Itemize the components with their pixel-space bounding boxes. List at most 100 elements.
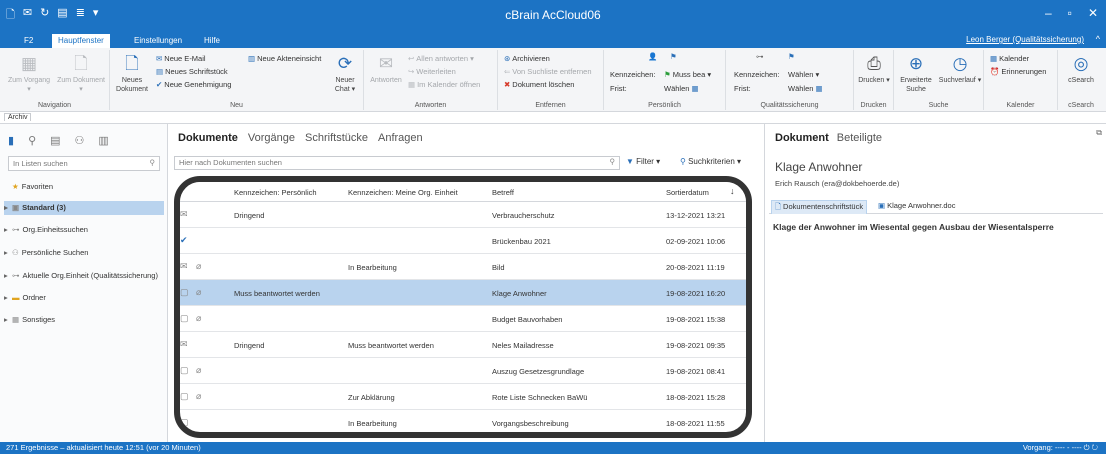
tree-item-sonstiges[interactable]: ▸ ▦ Sonstiges: [4, 313, 164, 327]
erinnerungen-button[interactable]: ⏰ Erinnerungen: [990, 67, 1046, 76]
suchkriterien-button[interactable]: ⚲ Suchkriterien ▾: [680, 157, 741, 166]
expand-arrow-icon[interactable]: ▸: [4, 291, 12, 305]
im-kalender-oeffnen-button[interactable]: ▦ Im Kalender öffnen: [408, 80, 480, 89]
kalender-button[interactable]: ▦ Kalender: [990, 54, 1029, 63]
tree-item-favoriten[interactable]: ★ Favoriten: [4, 180, 164, 194]
tab-vorgaenge[interactable]: Vorgänge: [248, 132, 295, 144]
expand-arrow-icon[interactable]: ▸: [4, 269, 12, 283]
horizontal-scrollbar[interactable]: ◀: [180, 432, 746, 438]
search-icon[interactable]: ⚲: [610, 157, 616, 166]
tab-dokumentenschriftstueck[interactable]: 🗋 Dokumentenschriftstück: [771, 200, 868, 214]
ribbon-collapse-button[interactable]: ^: [1096, 34, 1100, 44]
expand-arrow-icon[interactable]: ▸: [4, 201, 12, 215]
archivieren-button[interactable]: ⊛ Archivieren: [504, 54, 550, 63]
search-icon[interactable]: ⚲: [150, 158, 156, 167]
sort-down-icon[interactable]: ↓: [730, 186, 735, 196]
tab-schriftstuecke[interactable]: Schriftstücke: [305, 132, 368, 144]
neues-schriftstueck-button[interactable]: ▤ Neues Schriftstück: [156, 67, 228, 76]
column-header-betreff[interactable]: Betreff: [492, 188, 514, 197]
kennzeichen-persoenlich-select[interactable]: ⚑ Muss bea ▾: [664, 70, 711, 79]
preview-panel: ⧉ Dokument Beteiligte Klage Anwohner Eri…: [764, 124, 1106, 442]
kennzeichen-qs-select[interactable]: Wählen ▾: [788, 70, 819, 79]
grid-header: Kennzeichen: Persönlich Kennzeichen: Mei…: [180, 182, 746, 202]
dokument-loeschen-button[interactable]: ✖ Dokument löschen: [504, 80, 574, 89]
expand-arrow-icon[interactable]: ▸: [4, 246, 12, 260]
tree-item-persoenliche-suchen[interactable]: ▸ ⚇ Persönliche Suchen: [4, 246, 164, 260]
archive-icon: ⊛: [504, 54, 511, 63]
tab-dokumente[interactable]: Dokumente: [178, 132, 238, 144]
tab-klage-anwohner-doc[interactable]: ▣ Klage Anwohner.doc: [875, 200, 958, 214]
neue-genehmigung-button[interactable]: ✔ Neue Genehmigung: [156, 80, 231, 89]
tab-hauptfenster[interactable]: Hauptfenster: [52, 34, 110, 48]
close-button[interactable]: ✕: [1088, 6, 1098, 20]
tree-item-ordner[interactable]: ▸ ▬ Ordner: [4, 291, 164, 305]
expand-panel-icon[interactable]: ⧉: [1096, 128, 1102, 138]
list-search-input[interactable]: In Listen suchen ⚲: [8, 156, 160, 171]
search-plus-icon: ⊕: [908, 54, 924, 73]
zum-vorgang-button[interactable]: ▦ Zum Vorgang ▾: [6, 54, 52, 94]
expand-arrow-icon[interactable]: ▸: [4, 313, 12, 327]
attachment-icon: ⌀: [196, 261, 202, 271]
neue-email-button[interactable]: ✉ Neue E-Mail: [156, 54, 206, 63]
org-icon: ⊶: [12, 225, 20, 234]
table-row[interactable]: ▢ ⌀ Zur Abklärung Rote Liste Schnecken B…: [180, 384, 746, 410]
expand-arrow-icon[interactable]: ▸: [4, 223, 12, 237]
history-icon: ◷: [952, 54, 968, 73]
tree-item-standard[interactable]: ▸ ▣ Standard (3): [4, 201, 164, 215]
table-row-selected[interactable]: ▢ ⌀ Muss beantwortet werden Klage Anwohn…: [180, 280, 746, 306]
tab-dokument[interactable]: Dokument: [775, 132, 829, 144]
tab-einstellungen[interactable]: Einstellungen: [128, 34, 188, 48]
status-bar: 271 Ergebnisse – aktualisiert heute 12:5…: [0, 442, 1106, 454]
column-header-persoenlich[interactable]: Kennzeichen: Persönlich: [234, 188, 317, 197]
weiterleiten-button[interactable]: ↪ Weiterleiten: [408, 67, 456, 76]
status-results: 271 Ergebnisse – aktualisiert heute 12:5…: [6, 443, 201, 452]
list-icon[interactable]: ▤: [50, 134, 60, 147]
tree-item-aktuelle-org-einheit[interactable]: ▸ ⊶ Aktuelle Org.Einheit (Qualitätssicheru…: [4, 269, 164, 283]
column-header-org[interactable]: Kennzeichen: Meine Org. Einheit: [348, 188, 458, 197]
frist-persoenlich-select[interactable]: Wählen ▦: [664, 84, 701, 93]
minimize-button[interactable]: –: [1045, 6, 1052, 20]
filter-button[interactable]: ▼ Filter ▾: [626, 157, 660, 166]
suchverlauf-button[interactable]: ◷ Suchverlauf ▾: [938, 54, 982, 85]
table-row[interactable]: ✉ Dringend Verbraucherschutz 13-12-2021 …: [180, 202, 746, 228]
neuer-chat-button[interactable]: ⟳ Neuer Chat ▾: [328, 54, 362, 94]
table-row[interactable]: ✔ Brückenbau 2021 02-09-2021 10:06: [180, 228, 746, 254]
maximize-button[interactable]: ▫: [1068, 6, 1072, 20]
neue-akteneinsicht-button[interactable]: ▥ Neue Akteneinsicht: [248, 54, 321, 63]
tab-archiv[interactable]: Archiv: [4, 113, 32, 121]
neues-dokument-button[interactable]: 🗋 Neues Dokument: [112, 54, 152, 94]
table-row[interactable]: ▢ In Bearbeitung Vorgangsbeschreibung 18…: [180, 410, 746, 432]
tab-anfragen[interactable]: Anfragen: [378, 132, 423, 144]
approved-icon: ✔: [180, 235, 188, 245]
flag-icon: ⚑: [788, 52, 795, 61]
file-view-icon: ▥: [248, 54, 256, 63]
zum-dokument-button[interactable]: 🗋 Zum Dokument ▾: [56, 54, 106, 94]
column-header-sortierdatum[interactable]: Sortierdatum: [666, 188, 709, 197]
table-row[interactable]: ✉ ⌀ In Bearbeitung Bild 20-08-2021 11:19: [180, 254, 746, 280]
user-link[interactable]: Leon Berger (Qualitätssicherung): [966, 35, 1084, 44]
group-label: Antworten: [414, 102, 447, 109]
erweiterte-suche-button[interactable]: ⊕ Erweiterte Suche: [896, 54, 936, 94]
stack-icon[interactable]: ▥: [98, 134, 108, 147]
status-vorgang: Vorgang: ---- - ---- ⏻ ↻: [1022, 443, 1098, 452]
vertical-scrollbar[interactable]: [748, 182, 752, 432]
drucken-button[interactable]: ⎙ Drucken ▾: [856, 54, 892, 85]
tab-beteiligte[interactable]: Beteiligte: [837, 132, 882, 144]
allen-antworten-button[interactable]: ↩ Allen antworten ▾: [408, 54, 474, 63]
document-search-input[interactable]: Hier nach Dokumenten suchen ⚲: [174, 156, 620, 170]
documents-icon[interactable]: ▮: [8, 134, 14, 147]
users-icon[interactable]: ⚇: [75, 134, 85, 147]
table-row[interactable]: ▢ ⌀ Budget Bauvorhaben 19-08-2021 15:38: [180, 306, 746, 332]
reply-all-icon: ↩: [408, 54, 415, 63]
tree-icon[interactable]: ⚲: [28, 134, 36, 147]
scroll-left-icon[interactable]: ◀: [182, 432, 187, 438]
antworten-button[interactable]: ✉ Antworten: [366, 54, 406, 85]
table-row[interactable]: ▢ ⌀ Auszug Gesetzesgrundlage 19-08-2021 …: [180, 358, 746, 384]
tab-f2[interactable]: F2: [18, 34, 39, 48]
tab-hilfe[interactable]: Hilfe: [198, 34, 226, 48]
table-row[interactable]: ✉ Dringend Muss beantwortet werden Neles…: [180, 332, 746, 358]
frist-qs-select[interactable]: Wählen ▦: [788, 84, 825, 93]
tree-item-org-einheitssuchen[interactable]: ▸ ⊶ Org.Einheitssuchen: [4, 223, 164, 237]
csearch-button[interactable]: ◎ cSearch: [1060, 54, 1102, 85]
von-suchliste-entfernen-button[interactable]: ⇐ Von Suchliste entfernen: [504, 67, 592, 76]
